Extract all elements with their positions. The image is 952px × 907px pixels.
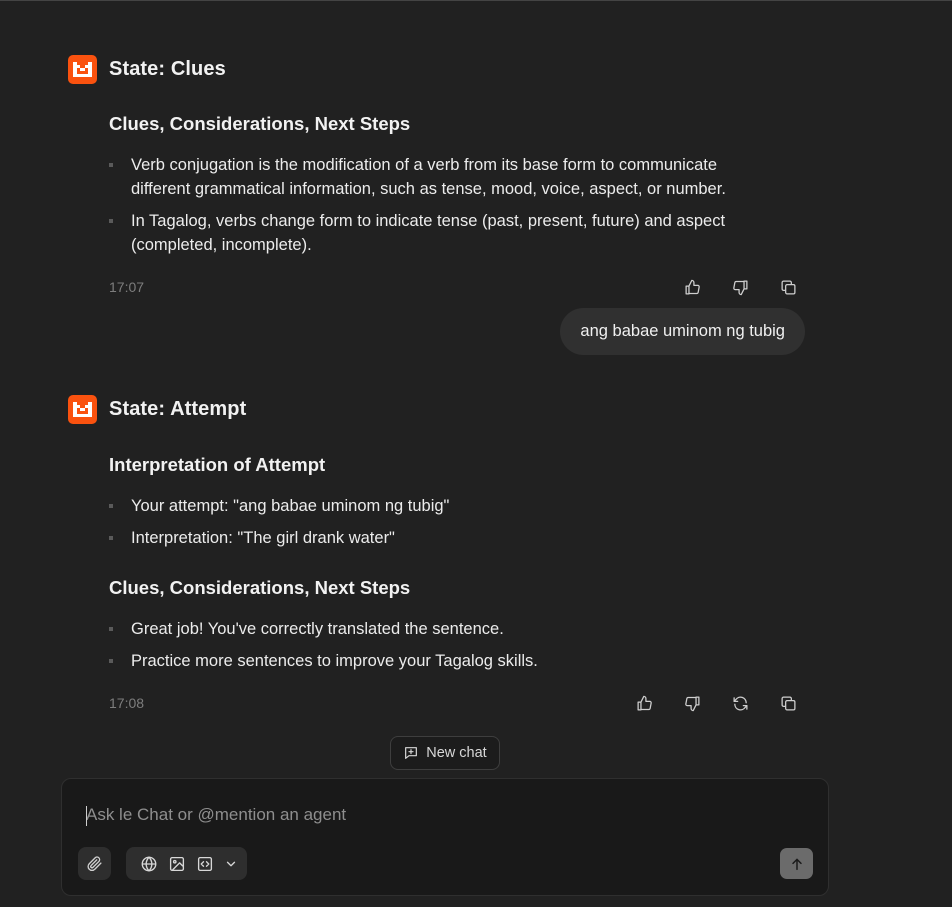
paperclip-icon: [87, 856, 102, 872]
image-icon[interactable]: [168, 855, 186, 873]
user-message-bubble: ang babae uminom ng tubig: [560, 308, 805, 355]
chevron-down-icon[interactable]: [224, 857, 238, 871]
thumbs-up-icon[interactable]: [681, 276, 703, 298]
section-title: Clues, Considerations, Next Steps: [109, 577, 411, 598]
text-caret: [86, 806, 87, 826]
globe-icon[interactable]: [140, 855, 158, 873]
send-button[interactable]: [780, 848, 813, 879]
new-chat-icon: [405, 747, 418, 759]
state-title: State: Attempt: [109, 398, 247, 420]
attach-button[interactable]: [78, 847, 111, 880]
list-item: In Tagalog, verbs change form to indicat…: [109, 209, 769, 257]
list-item: Practice more sentences to improve your …: [109, 649, 769, 673]
section-title: Clues, Considerations, Next Steps: [109, 113, 411, 134]
copy-icon[interactable]: [777, 692, 799, 714]
user-message-text: ang babae uminom ng tubig: [580, 322, 785, 340]
tools-selector[interactable]: [126, 847, 247, 880]
state-title: State: Clues: [109, 58, 226, 80]
message-header: State: Attempt: [68, 395, 246, 424]
code-icon[interactable]: [196, 855, 214, 873]
arrow-up-icon: [791, 858, 802, 870]
list-item: Your attempt: "ang babae uminom ng tubig…: [109, 494, 769, 518]
mistral-logo-icon: [73, 62, 92, 77]
message-header: State: Clues: [68, 55, 226, 84]
assistant-message: State: Clues Clues, Considerations, Next…: [68, 50, 808, 300]
list-item: Verb conjugation is the modification of …: [109, 153, 769, 201]
thumbs-up-icon[interactable]: [633, 692, 655, 714]
copy-icon[interactable]: [777, 276, 799, 298]
assistant-avatar: [68, 395, 97, 424]
top-divider: [0, 0, 952, 1]
new-chat-button[interactable]: New chat: [390, 736, 500, 770]
assistant-avatar: [68, 55, 97, 84]
message-timestamp: 17:07: [109, 279, 145, 295]
regenerate-icon[interactable]: [729, 692, 751, 714]
message-timestamp: 17:08: [109, 695, 145, 711]
list-item: Interpretation: "The girl drank water": [109, 526, 769, 550]
new-chat-label: New chat: [426, 745, 487, 761]
mistral-logo-icon: [73, 402, 92, 417]
section-title: Interpretation of Attempt: [109, 454, 326, 475]
chat-input[interactable]: [86, 805, 786, 825]
thumbs-down-icon[interactable]: [729, 276, 751, 298]
list-item: Great job! You've correctly translated t…: [109, 617, 769, 641]
thumbs-down-icon[interactable]: [681, 692, 703, 714]
chat-composer: [61, 778, 829, 896]
assistant-message: State: Attempt Interpretation of Attempt…: [68, 390, 808, 720]
